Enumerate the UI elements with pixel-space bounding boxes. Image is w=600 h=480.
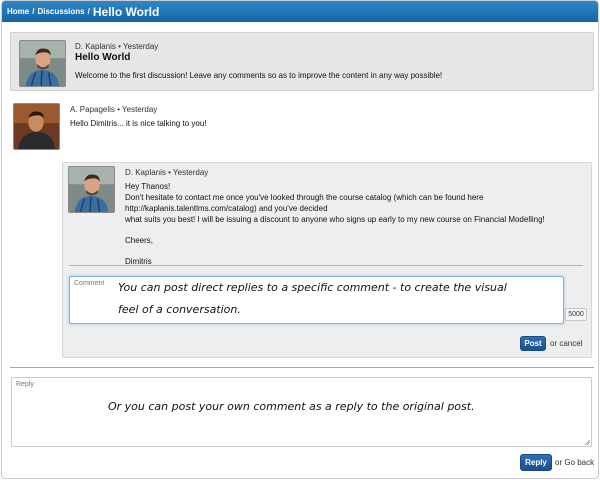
comment-body: Hello Dimitris... it is nice talking to … <box>70 119 207 128</box>
go-back-link[interactable]: or Go back <box>555 458 594 467</box>
avatar[interactable] <box>68 166 115 213</box>
original-post: D. Kaplanis • Yesterday Hello World Welc… <box>10 32 594 91</box>
breadcrumb-separator: / <box>87 7 90 16</box>
reply-line: Hey Thanos! <box>125 182 171 191</box>
comment-input[interactable]: Comment You can post direct replies to a… <box>69 276 564 324</box>
post-button[interactable]: Post <box>520 336 546 351</box>
resize-handle-icon[interactable] <box>584 439 590 445</box>
breadcrumb-home[interactable]: Home <box>7 7 29 16</box>
breadcrumb-separator: / <box>32 7 35 16</box>
reply-text: Or you can post your own comment as a re… <box>108 400 475 413</box>
discussion-window: Home / Discussions / Hello World D. Kapl… <box>1 0 599 479</box>
post-body: Welcome to the first discussion! Leave a… <box>75 71 443 80</box>
avatar-photo-icon <box>14 104 59 149</box>
comment-text: feel of a conversation. <box>118 303 241 316</box>
avatar[interactable] <box>19 40 66 87</box>
reply-input[interactable]: Reply Or you can post your own comment a… <box>11 377 592 447</box>
breadcrumb-discussions[interactable]: Discussions <box>37 7 84 16</box>
reply-line: http://kaplanis.talentlms.com/catalog) a… <box>125 204 328 213</box>
reply-label: Reply <box>16 381 34 388</box>
reply-line: Cheers, <box>125 236 154 245</box>
divider <box>10 367 594 368</box>
divider <box>69 265 583 266</box>
comment-label: Comment <box>74 280 105 287</box>
avatar[interactable] <box>13 103 60 150</box>
reply-line: Don't hesitate to contact me once you've… <box>125 193 484 202</box>
breadcrumb: Home / Discussions / Hello World <box>2 1 598 22</box>
cancel-link[interactable]: or cancel <box>550 339 582 348</box>
post-meta: D. Kaplanis • Yesterday <box>75 42 159 51</box>
comment-meta: A. Papagelis • Yesterday <box>70 105 158 114</box>
reply-meta: D. Kaplanis • Yesterday <box>125 168 209 177</box>
post-title: Hello World <box>75 52 131 63</box>
reply-button[interactable]: Reply <box>520 454 552 471</box>
reply-line: what suits you best! I will be issuing a… <box>125 215 545 224</box>
avatar-photo-icon <box>20 41 65 86</box>
avatar-photo-icon <box>69 167 114 212</box>
character-counter: 5000 <box>565 308 587 321</box>
page-title: Hello World <box>92 4 160 19</box>
comment-text: You can post direct replies to a specifi… <box>118 281 507 294</box>
